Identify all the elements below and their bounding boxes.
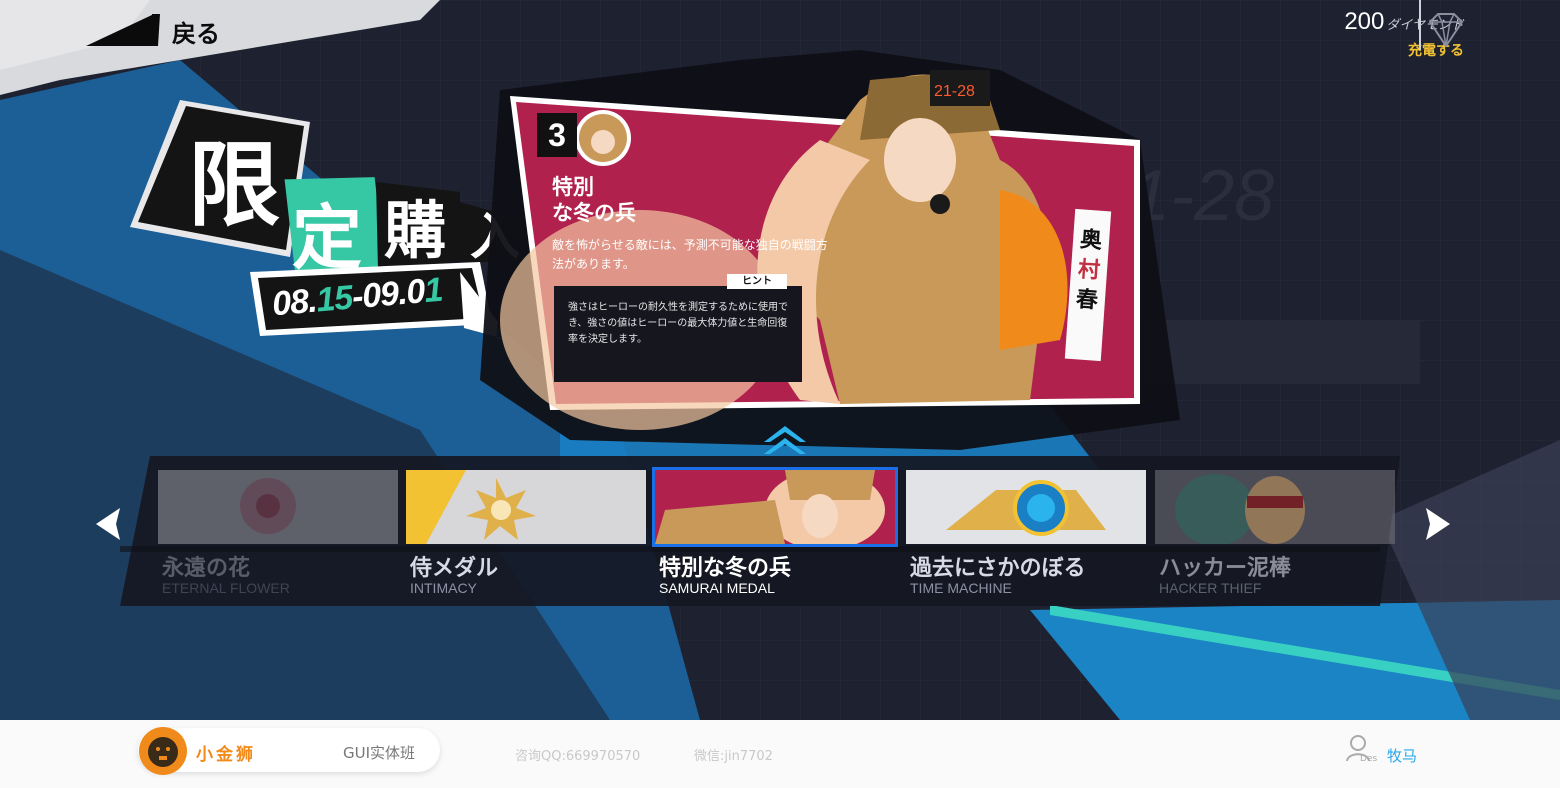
- hat-badge-text: 21-28: [934, 83, 975, 100]
- contact-wechat: 微信:jin7702: [694, 749, 773, 764]
- diamond-icon: [1428, 13, 1464, 48]
- item-subtitle: TIME MACHINE: [910, 580, 1012, 596]
- item-special-winter-soldier[interactable]: 特別な冬の兵 SAMURAI MEDAL: [652, 467, 901, 610]
- item-samurai-medal[interactable]: 侍メダル INTIMACY: [406, 470, 652, 610]
- card-rank-number: 3: [537, 113, 577, 157]
- item-thumbnail: [1155, 470, 1395, 544]
- item-name: 過去にさかのぼる: [910, 556, 1086, 581]
- item-name: 永遠の花: [162, 556, 251, 581]
- chevron-up-icon[interactable]: [760, 424, 810, 460]
- back-label: 戻る: [172, 20, 220, 48]
- item-thumbnail: [906, 470, 1146, 544]
- user-name[interactable]: 牧马: [1387, 745, 1417, 766]
- title-char-1: 限: [188, 132, 280, 239]
- hint-text: 強さはヒーローの耐久性を測定するために使用でき、強さの値はヒーローの最大体力値と…: [568, 302, 788, 345]
- item-time-machine[interactable]: 過去にさかのぼる TIME MACHINE: [906, 470, 1152, 610]
- brand-name: 小金狮: [196, 745, 256, 765]
- character-avatar-icon: [575, 110, 631, 166]
- prev-arrow-icon[interactable]: [92, 504, 126, 544]
- game-shop-screen: 21-28 戻る 200ダイヤモンド 充電する 限 定 購 入: [0, 0, 1560, 720]
- item-subtitle: INTIMACY: [410, 580, 477, 596]
- back-arrow-icon: [86, 14, 160, 46]
- card-description: 敵を怖がらせる敵には、予測不可能な独自の戦闘方法があります。: [552, 238, 828, 271]
- item-subtitle: ETERNAL FLOWER: [162, 580, 290, 596]
- currency-amount: 200: [1344, 8, 1385, 35]
- item-thumbnail: [406, 470, 646, 544]
- course-name: GUI实体班: [343, 744, 416, 762]
- item-eternal-flower[interactable]: 永遠の花 ETERNAL FLOWER: [158, 470, 404, 610]
- item-thumbnail: [652, 467, 898, 547]
- back-button[interactable]: 戻る: [0, 0, 440, 100]
- user-tag: Des: [1360, 754, 1378, 764]
- footer-bar: 小金狮 GUI实体班 咨询QQ:669970570 微信:jin7702 Des…: [0, 720, 1560, 788]
- divider: [1419, 0, 1421, 50]
- hint-label: ヒント: [727, 274, 787, 289]
- item-subtitle: HACKER THIEF: [1159, 580, 1262, 596]
- lion-logo-icon: [139, 727, 187, 775]
- item-name: 侍メダル: [410, 556, 499, 581]
- item-name: 特別な冬の兵: [659, 556, 792, 581]
- contact-qq: 咨询QQ:669970570: [515, 749, 641, 764]
- title-char-3: 購: [384, 194, 446, 267]
- item-hacker-thief[interactable]: ハッカー泥棒 HACKER THIEF: [1155, 470, 1401, 610]
- item-name: ハッカー泥棒: [1159, 556, 1292, 581]
- card-title: 特別 な冬の兵: [552, 175, 636, 225]
- title-char-2: 定: [292, 197, 362, 279]
- item-thumbnail: [158, 470, 398, 544]
- item-subtitle: SAMURAI MEDAL: [659, 580, 775, 596]
- next-arrow-icon[interactable]: [1420, 504, 1454, 544]
